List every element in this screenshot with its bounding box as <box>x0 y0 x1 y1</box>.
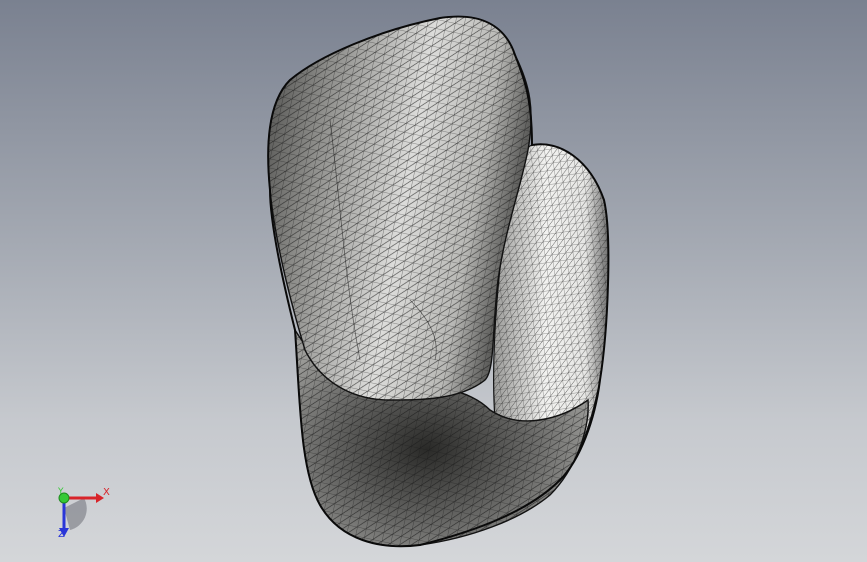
graphics-viewport[interactable]: X Y Z <box>0 0 867 562</box>
z-axis-label: Z <box>58 529 65 540</box>
x-axis-label: X <box>103 487 110 498</box>
y-axis-label: Y <box>58 487 64 497</box>
mesh-front-lobe <box>267 15 532 401</box>
triad-shadow-icon <box>64 498 87 530</box>
mesh-model[interactable] <box>0 0 867 562</box>
